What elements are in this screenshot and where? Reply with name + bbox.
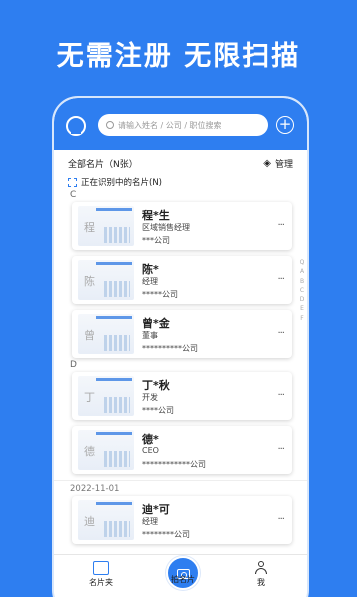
card-item[interactable]: 曾 曾*金 董事 **********公司 ···: [72, 310, 292, 358]
card-item[interactable]: 陈 陈* 经理 *****公司 ···: [72, 256, 292, 304]
card-company: ********公司: [142, 530, 190, 539]
alpha-index-item[interactable]: C: [296, 286, 307, 295]
alpha-index-item[interactable]: D: [296, 295, 307, 304]
more-icon[interactable]: ···: [277, 328, 284, 339]
card-company: *****公司: [142, 290, 178, 299]
thumb-char: 曾: [84, 329, 95, 342]
recognizing-row[interactable]: 正在识别中的名片(N): [68, 176, 162, 188]
card-holder-icon: [93, 561, 109, 575]
top-bar: 请输入姓名 / 公司 / 职位搜索 +: [54, 98, 307, 150]
layers-icon: ◈: [263, 157, 271, 169]
card-thumbnail: 丁: [78, 376, 134, 416]
card-company: **********公司: [142, 344, 198, 353]
card-name: 程*生: [142, 209, 170, 222]
more-icon[interactable]: ···: [277, 444, 284, 455]
card-title: 董事: [142, 331, 158, 340]
card-company: ************公司: [142, 460, 206, 469]
thumb-char: 迪: [84, 515, 95, 528]
card-thumbnail: 德: [78, 430, 134, 470]
more-icon[interactable]: ···: [277, 390, 284, 401]
more-icon[interactable]: ···: [277, 274, 284, 285]
card-title: CEO: [142, 446, 159, 455]
headset-logo-icon: [66, 116, 86, 136]
thumb-char: 丁: [84, 391, 95, 404]
tab-card-holder[interactable]: 名片夹: [76, 561, 126, 588]
card-name: 曾*金: [142, 317, 170, 330]
divider: [54, 480, 307, 481]
card-item[interactable]: 德 德* CEO ************公司 ···: [72, 426, 292, 474]
card-item[interactable]: 丁 丁*秋 开发 ****公司 ···: [72, 372, 292, 420]
alpha-index-item[interactable]: E: [296, 304, 307, 313]
card-name: 迪*可: [142, 503, 170, 516]
thumb-char: 德: [84, 445, 95, 458]
recognizing-label: 正在识别中的名片(N): [81, 178, 162, 188]
card-title: 区域销售经理: [142, 223, 190, 232]
alpha-index[interactable]: Q A B C D E F: [296, 258, 307, 323]
manage-label: 管理: [274, 159, 293, 170]
card-thumbnail: 曾: [78, 314, 134, 354]
search-icon: [106, 121, 114, 129]
search-input[interactable]: 请输入姓名 / 公司 / 职位搜索: [98, 114, 268, 136]
group-date: 2022-11-01: [70, 484, 120, 494]
alpha-index-item[interactable]: B: [296, 277, 307, 286]
card-company: ***公司: [142, 236, 170, 245]
card-name: 陈*: [142, 263, 159, 276]
tab-me-label: 我: [257, 578, 265, 587]
thumb-char: 陈: [84, 275, 95, 288]
add-icon[interactable]: +: [276, 116, 294, 134]
list-title: 全部名片（N张）: [68, 159, 138, 170]
card-name: 丁*秋: [142, 379, 170, 392]
card-title: 经理: [142, 277, 158, 286]
alpha-index-item[interactable]: Q: [296, 258, 307, 267]
promo-headline: 无需注册 无限扫描: [56, 41, 301, 72]
group-letter-d: D: [70, 360, 77, 370]
alpha-index-item[interactable]: A: [296, 267, 307, 276]
card-item[interactable]: 迪 迪*可 经理 ********公司 ···: [72, 496, 292, 544]
list-header: 全部名片（N张） ◈ 管理: [68, 154, 293, 172]
tab-me[interactable]: 我: [236, 561, 286, 588]
card-thumbnail: 陈: [78, 260, 134, 300]
card-thumbnail: 迪: [78, 500, 134, 540]
card-title: 开发: [142, 393, 158, 402]
manage-button[interactable]: ◈ 管理: [263, 157, 293, 170]
scan-icon: [68, 177, 77, 187]
card-item[interactable]: 程 程*生 区域销售经理 ***公司 ···: [72, 202, 292, 250]
phone-frame: 请输入姓名 / 公司 / 职位搜索 + 全部名片（N张） ◈ 管理 正在识别中的…: [52, 96, 309, 597]
user-icon: [255, 561, 267, 575]
card-company: ****公司: [142, 406, 174, 415]
more-icon[interactable]: ···: [277, 514, 284, 525]
card-title: 经理: [142, 517, 158, 526]
search-placeholder: 请输入姓名 / 公司 / 职位搜索: [118, 120, 222, 130]
group-letter-c: C: [70, 190, 77, 200]
alpha-index-item[interactable]: F: [296, 314, 307, 323]
thumb-char: 程: [84, 221, 95, 234]
card-thumbnail: 程: [78, 206, 134, 246]
tab-card-holder-label: 名片夹: [89, 578, 113, 587]
more-icon[interactable]: ···: [277, 220, 284, 231]
scan-card-label: 拍名片: [171, 575, 195, 584]
card-name: 德*: [142, 433, 159, 446]
